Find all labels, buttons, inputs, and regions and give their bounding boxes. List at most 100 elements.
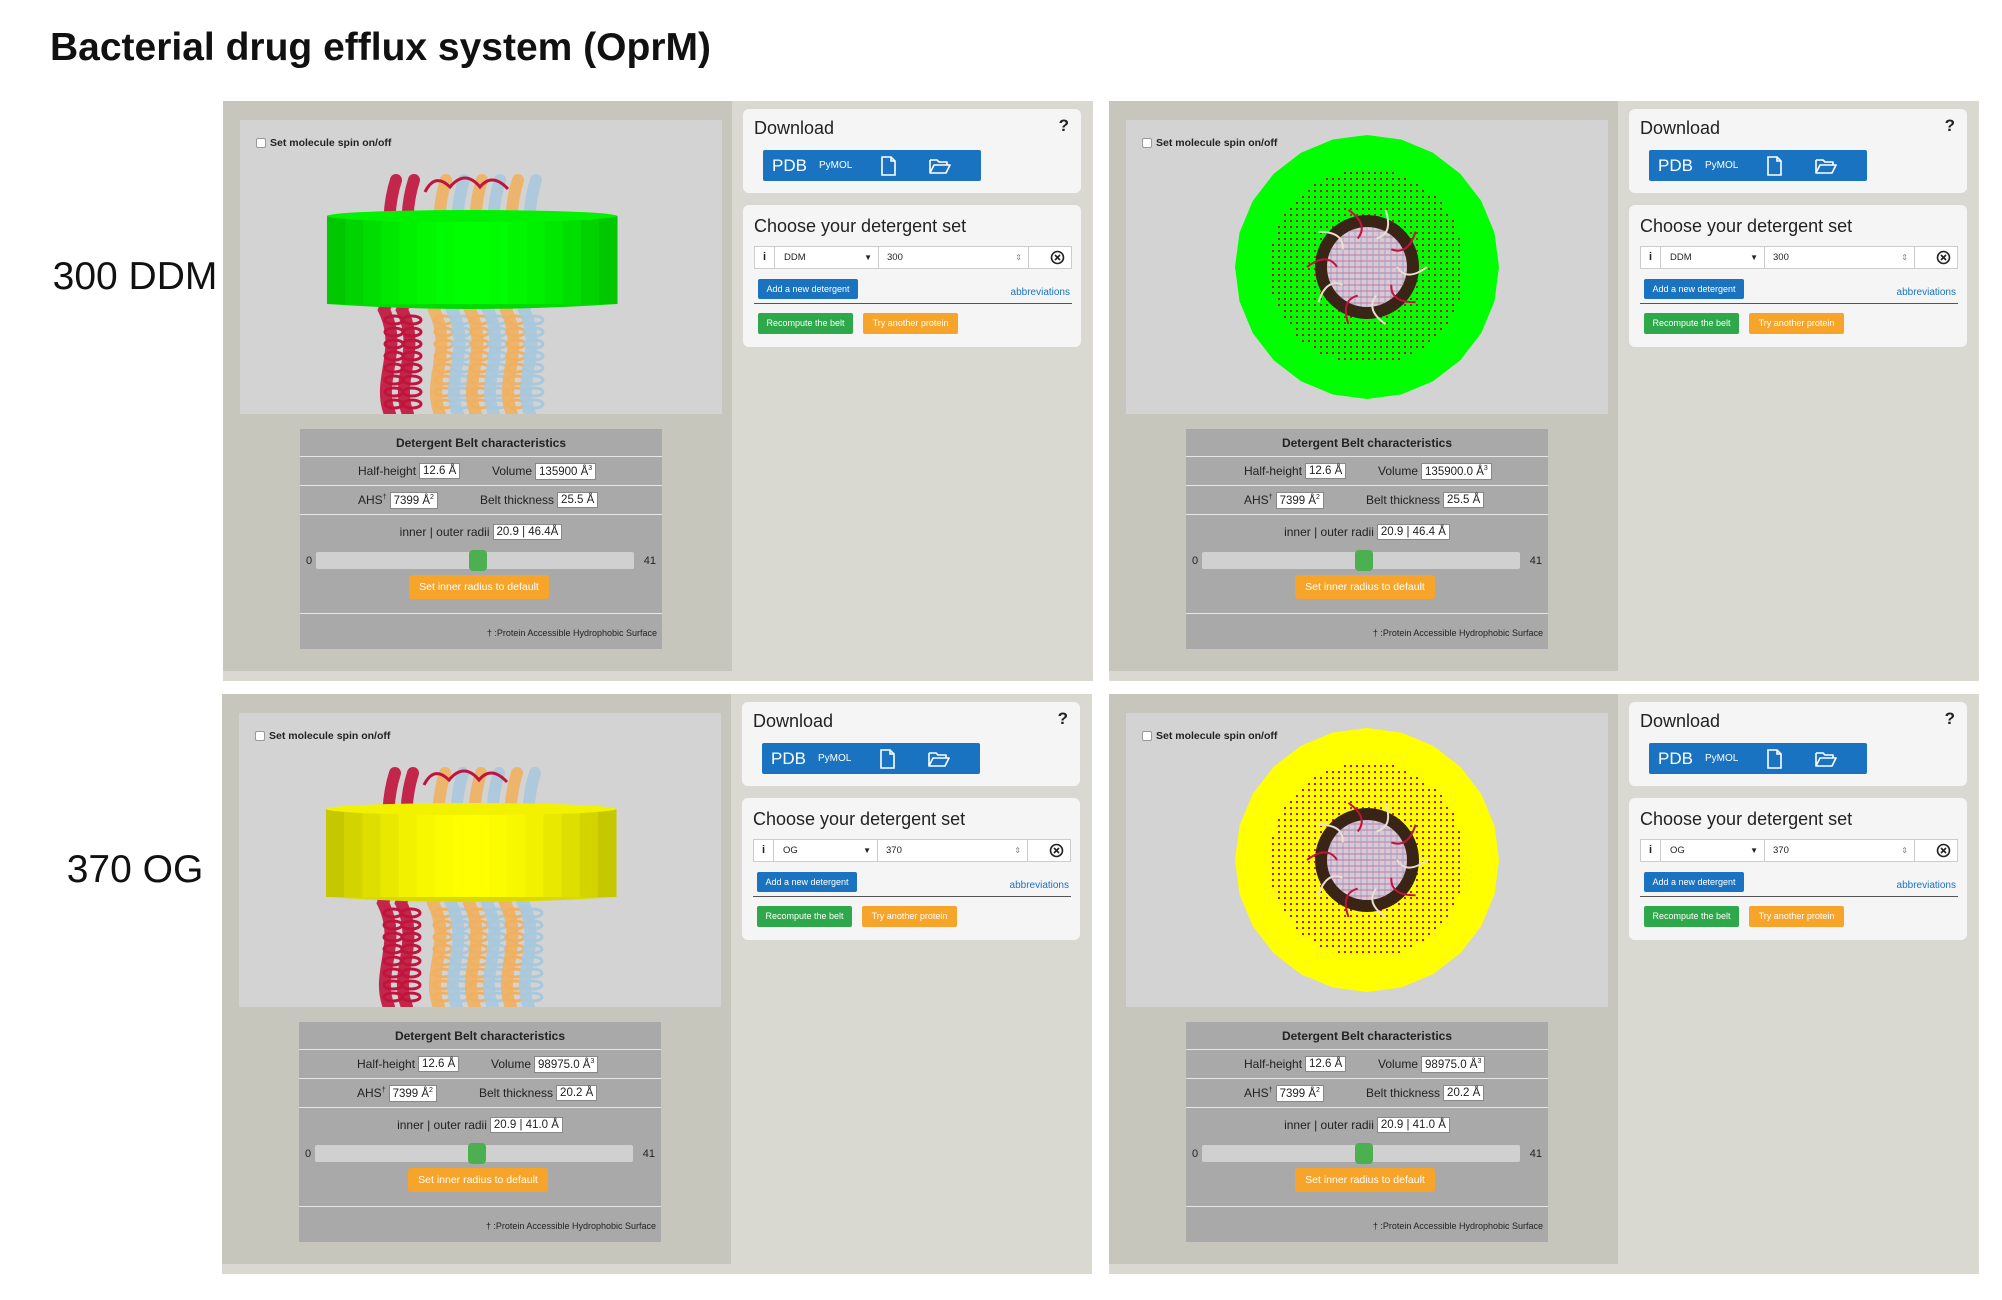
molecule-viewer[interactable]: Set molecule spin on/off	[1126, 713, 1608, 1007]
radius-slider-thumb[interactable]	[1355, 550, 1374, 571]
abbreviations-link[interactable]: abbreviations	[1011, 287, 1070, 298]
detergent-count-value: 370	[1773, 845, 1789, 856]
radii-row: inner | outer radii 20.9 | 41.0 Å	[1186, 1117, 1548, 1133]
set-default-radius-button[interactable]: Set inner radius to default	[408, 1168, 548, 1192]
left-column: Set molecule spin on/off Detergent Belt …	[223, 101, 732, 671]
recompute-belt-button[interactable]: Recompute the belt	[757, 906, 852, 927]
detergent-card: Choose your detergent set i OG ▼ 370 ⇕ A…	[742, 798, 1080, 940]
download-pdb-button[interactable]: PDB	[1658, 156, 1693, 176]
slider-min: 0	[1192, 1148, 1199, 1160]
remove-detergent-icon[interactable]	[1935, 842, 1952, 859]
download-pymol-button[interactable]: PyMOL	[1705, 753, 1738, 764]
file-icon[interactable]	[1766, 155, 1783, 176]
ahs-label: AHS†	[1244, 493, 1273, 507]
folder-open-icon[interactable]	[929, 157, 952, 175]
detergent-select[interactable]: DDM ▼	[1661, 247, 1765, 268]
ahs-value: 7399 Å2	[1275, 492, 1324, 509]
add-detergent-button[interactable]: Add a new detergent	[1644, 279, 1744, 299]
info-button[interactable]: i	[755, 247, 775, 268]
set-default-radius-button[interactable]: Set inner radius to default	[409, 575, 549, 599]
slider-max: 41	[1529, 555, 1542, 567]
radius-slider-thumb[interactable]	[468, 1143, 487, 1164]
try-another-protein-button[interactable]: Try another protein	[862, 906, 957, 927]
download-pdb-button[interactable]: PDB	[1658, 749, 1693, 769]
info-button[interactable]: i	[754, 840, 774, 861]
ahs-label-text: AHS	[358, 493, 383, 508]
divider	[754, 303, 1072, 304]
belt-row-2: AHS† 7399 Å2 Belt thickness 25.5 Å	[1186, 486, 1548, 515]
file-icon[interactable]	[880, 155, 897, 176]
ahs-dagger: †	[381, 1087, 386, 1095]
belt-characteristics: Detergent Belt characteristics Half-heig…	[1186, 1022, 1548, 1242]
volume-cell: Volume 98975.0 Å3	[491, 1056, 599, 1073]
volume-value: 98975.0 Å3	[1421, 1056, 1486, 1073]
download-pdb-button[interactable]: PDB	[771, 749, 806, 769]
remove-detergent-icon[interactable]	[1049, 249, 1066, 266]
help-button[interactable]: ?	[1945, 709, 1955, 729]
remove-detergent-icon[interactable]	[1048, 842, 1065, 859]
remove-detergent-icon[interactable]	[1935, 249, 1952, 266]
download-pymol-button[interactable]: PyMOL	[818, 753, 851, 764]
molecule-viewer[interactable]: Set molecule spin on/off	[1126, 120, 1608, 414]
add-detergent-button[interactable]: Add a new detergent	[758, 279, 858, 299]
radius-slider-thumb[interactable]	[469, 550, 488, 571]
set-default-radius-button[interactable]: Set inner radius to default	[1295, 1168, 1435, 1192]
detergent-select[interactable]: OG ▼	[774, 840, 878, 861]
divider	[753, 896, 1071, 897]
belt-panel-1: Set molecule spin on/off Detergent Belt …	[223, 101, 1093, 681]
add-detergent-button[interactable]: Add a new detergent	[1644, 872, 1744, 892]
file-icon[interactable]	[879, 748, 896, 769]
ahs-number: 7399 Å	[1279, 1087, 1317, 1100]
info-button[interactable]: i	[1641, 840, 1661, 861]
ahs-number: 7399 Å	[393, 494, 431, 507]
detergent-count-input[interactable]: 370 ⇕	[1765, 840, 1915, 861]
abbreviations-link[interactable]: abbreviations	[1897, 880, 1956, 891]
detergent-card: Choose your detergent set i OG ▼ 370 ⇕ A…	[1629, 798, 1967, 940]
belt-characteristics: Detergent Belt characteristics Half-heig…	[1186, 429, 1548, 649]
download-title: Download	[754, 118, 835, 138]
radii-label: inner | outer radii	[397, 1118, 487, 1132]
detergent-select[interactable]: DDM ▼	[775, 247, 879, 268]
radii-label: inner | outer radii	[399, 525, 490, 539]
radius-slider-thumb[interactable]	[1355, 1143, 1374, 1164]
detergent-select-value: DDM	[784, 252, 806, 263]
molecule-viewer[interactable]: Set molecule spin on/off	[239, 713, 721, 1007]
file-icon[interactable]	[1766, 748, 1783, 769]
radii-section: inner | outer radii 20.9 | 46.4 Å 0 41 S…	[1186, 515, 1548, 614]
detergent-count-input[interactable]: 370 ⇕	[878, 840, 1028, 861]
add-detergent-button[interactable]: Add a new detergent	[757, 872, 857, 892]
recompute-belt-button[interactable]: Recompute the belt	[1644, 906, 1739, 927]
abbreviations-link[interactable]: abbreviations	[1010, 880, 1069, 891]
ahs-cell: AHS† 7399 Å2	[358, 492, 438, 509]
download-pymol-button[interactable]: PyMOL	[1705, 160, 1738, 171]
folder-open-icon[interactable]	[1815, 157, 1838, 175]
help-button[interactable]: ?	[1945, 116, 1955, 136]
info-button[interactable]: i	[1641, 247, 1661, 268]
help-button[interactable]: ?	[1058, 709, 1068, 729]
recompute-belt-button[interactable]: Recompute the belt	[758, 313, 853, 334]
try-another-protein-button[interactable]: Try another protein	[1749, 906, 1844, 927]
detergent-count-input[interactable]: 300 ⇕	[879, 247, 1029, 268]
detergent-title: Choose your detergent set	[754, 216, 967, 236]
volume-number: 135900 Å	[539, 465, 589, 478]
detergent-select[interactable]: OG ▼	[1661, 840, 1765, 861]
set-default-radius-button[interactable]: Set inner radius to default	[1295, 575, 1435, 599]
folder-open-icon[interactable]	[1815, 750, 1838, 768]
volume-label: Volume	[491, 1057, 532, 1072]
row-label-og: 370 OG	[66, 848, 204, 891]
half-height-value: 12.6 Å	[1305, 1056, 1347, 1072]
recompute-belt-button[interactable]: Recompute the belt	[1644, 313, 1739, 334]
radii-section: inner | outer radii 20.9 | 46.4Å 0 41 Se…	[300, 515, 662, 614]
folder-open-icon[interactable]	[928, 750, 951, 768]
half-height-value: 12.6 Å	[419, 463, 461, 479]
detergent-count-input[interactable]: 300 ⇕	[1765, 247, 1915, 268]
molecule-viewer[interactable]: Set molecule spin on/off	[240, 120, 722, 414]
abbreviations-link[interactable]: abbreviations	[1897, 287, 1956, 298]
download-pdb-button[interactable]: PDB	[772, 156, 807, 176]
try-another-protein-button[interactable]: Try another protein	[1749, 313, 1844, 334]
download-pymol-button[interactable]: PyMOL	[819, 160, 852, 171]
ahs-exp: 2	[1316, 494, 1320, 501]
molecule-scene	[326, 767, 617, 1007]
try-another-protein-button[interactable]: Try another protein	[863, 313, 958, 334]
help-button[interactable]: ?	[1059, 116, 1069, 136]
